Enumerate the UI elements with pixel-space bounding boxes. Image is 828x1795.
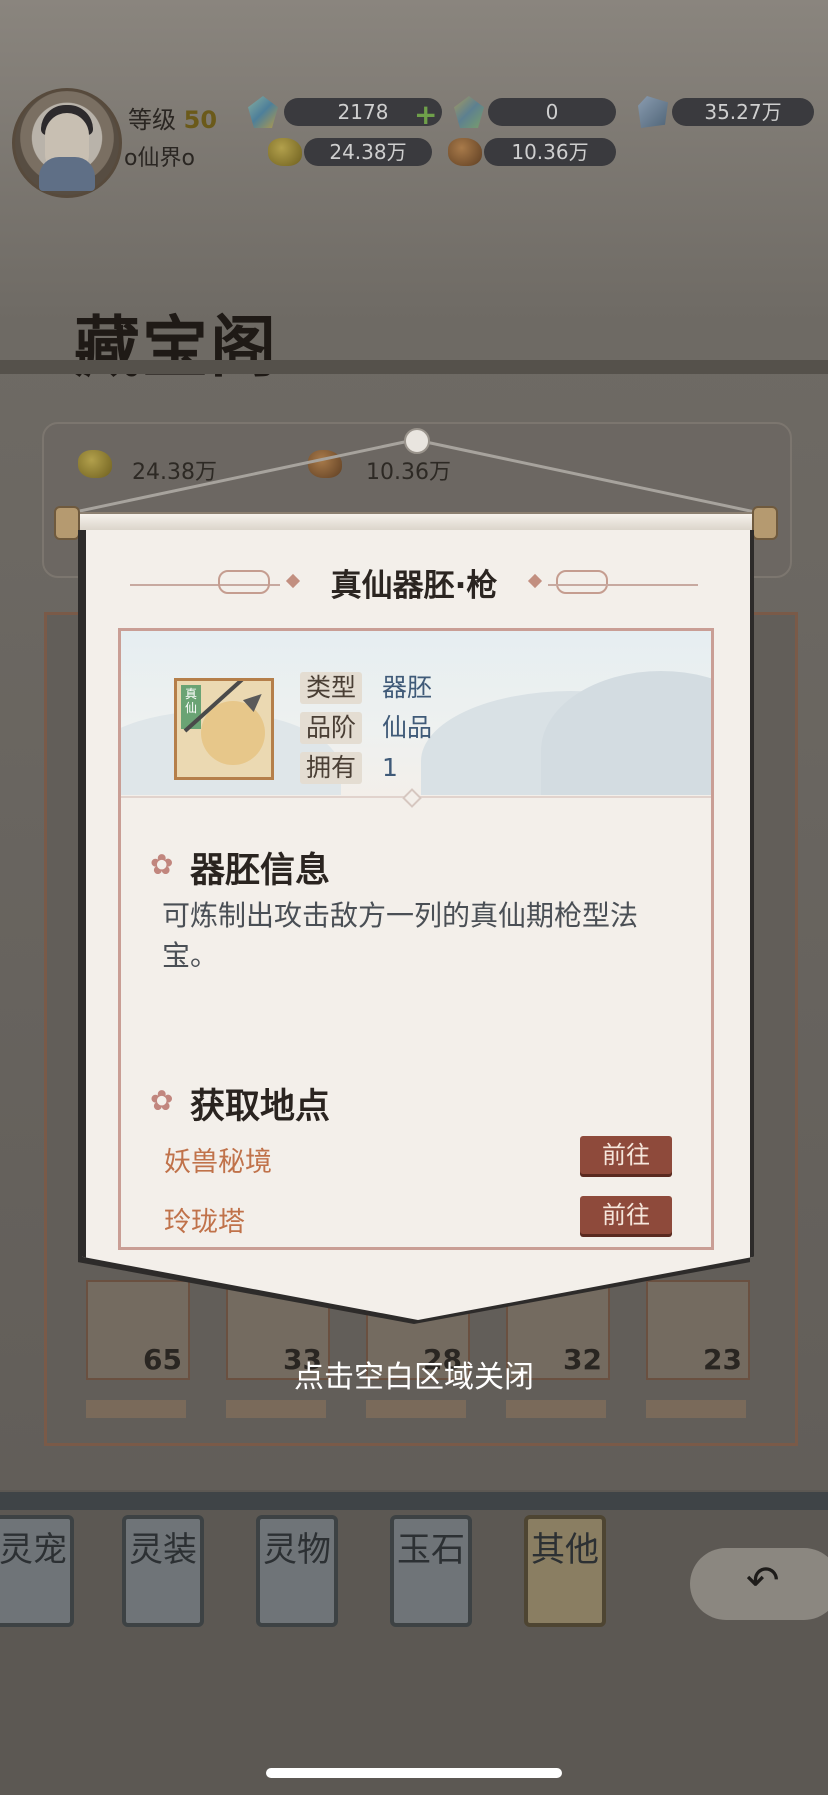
copper-ore-count: 10.36万 [484, 138, 616, 166]
go-button-linglong-tower[interactable]: 前往 [580, 1196, 672, 1234]
scroll-rod-end [752, 506, 778, 540]
top-header: 等级 50 o仙界o 2178 + 0 35.27万 24.38万 10.36万 [0, 0, 828, 210]
player-avatar[interactable] [12, 88, 122, 198]
crystal-count: 35.27万 [672, 98, 814, 126]
bottom-beam [0, 1492, 828, 1510]
attr-owned-value: 1 [382, 753, 398, 782]
crystal-icon [638, 96, 668, 128]
tab-equipment[interactable]: 灵装 [122, 1515, 204, 1627]
attr-grade-value: 仙品 [382, 713, 433, 742]
attr-grade-label: 品阶 [300, 712, 363, 744]
tab-other[interactable]: 其他 [524, 1515, 606, 1627]
title-ornament-swirl [556, 570, 608, 594]
item-description: 可炼制出攻击敌方一列的真仙期枪型法宝。 [162, 899, 639, 972]
tab-pets[interactable]: 灵宠 [0, 1515, 74, 1627]
back-arrow-icon: ↶ [746, 1558, 780, 1604]
info-section-title: 器胚信息 [190, 851, 331, 891]
title-ornament-line [548, 584, 698, 586]
item-price-bar [86, 1400, 186, 1418]
shop-copper-ore: 10.36万 [366, 460, 451, 485]
item-icon: 真仙 [174, 678, 274, 780]
back-button[interactable]: ↶ [690, 1548, 828, 1620]
tab-materials[interactable]: 灵物 [256, 1515, 338, 1627]
source-name-linglong-tower: 玲珑塔 [164, 1207, 245, 1238]
gold-ore-icon [78, 450, 112, 478]
close-hint[interactable]: 点击空白区域关闭 [0, 1352, 828, 1396]
shop-title-banner: 藏宝阁 [40, 290, 350, 386]
source-name-beast-realm: 妖兽秘境 [164, 1147, 272, 1178]
attr-type-value: 器胚 [382, 673, 433, 702]
source-section-title: 获取地点 [190, 1087, 331, 1127]
add-currency-icon[interactable]: + [414, 98, 437, 131]
player-name: o仙界o [124, 146, 195, 171]
hanging-knob [404, 428, 430, 454]
flower-icon [150, 848, 176, 881]
blue-gem-count: 0 [488, 98, 616, 126]
home-indicator[interactable] [266, 1768, 562, 1778]
attr-type-label: 类型 [300, 672, 363, 704]
tab-jade[interactable]: 玉石 [390, 1515, 472, 1627]
header-beam [0, 360, 828, 374]
green-gem-icon [248, 96, 278, 128]
item-price-bar [506, 1400, 606, 1418]
blue-gem-icon [454, 96, 484, 128]
item-price-bar [646, 1400, 746, 1418]
shop-gold-ore: 24.38万 [132, 460, 217, 485]
gold-ore-icon [268, 138, 302, 166]
gold-ore-count: 24.38万 [304, 138, 432, 166]
page-title: 藏宝阁 [74, 308, 278, 386]
attr-owned-label: 拥有 [300, 752, 363, 784]
copper-ore-icon [448, 138, 482, 166]
go-button-beast-realm[interactable]: 前往 [580, 1136, 672, 1174]
item-name: 真仙器胚·枪 [330, 568, 498, 604]
flower-icon [150, 1084, 176, 1117]
item-price-bar [226, 1400, 326, 1418]
scroll-rod-end [54, 506, 80, 540]
player-level: 等级 50 [128, 106, 218, 134]
item-price-bar [366, 1400, 466, 1418]
